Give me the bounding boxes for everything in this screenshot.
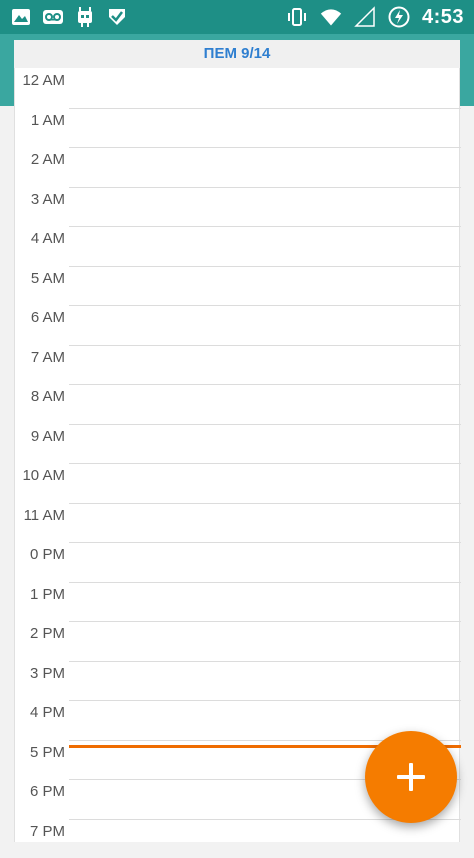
calendar-day-view[interactable]: 12 AM 1 AM 2 AM 3 AM 4 AM 5 AM 6 AM 7 AM 8 AM 9 A… xyxy=(14,68,460,842)
hour-divider xyxy=(69,582,461,583)
hour-row[interactable]: 5 AM xyxy=(15,266,461,306)
hour-divider xyxy=(69,542,461,543)
voicemail-icon xyxy=(42,6,64,28)
hour-label: 6 PM xyxy=(15,783,65,800)
status-left-icons xyxy=(10,6,128,28)
hour-divider xyxy=(69,384,461,385)
hour-label: 6 AM xyxy=(15,309,65,326)
hour-label: 7 AM xyxy=(15,349,65,366)
android-icon xyxy=(74,6,96,28)
hour-divider xyxy=(69,621,461,622)
clock-time: 4:53 xyxy=(422,6,464,29)
hour-label: 3 AM xyxy=(15,191,65,208)
hour-row[interactable]: 2 AM xyxy=(15,147,461,187)
hour-divider xyxy=(69,345,461,346)
hour-row[interactable]: 0 PM xyxy=(15,542,461,582)
hour-row[interactable]: 8 AM xyxy=(15,384,461,424)
hour-label: 10 AM xyxy=(15,467,65,484)
status-right-icons: 4:53 xyxy=(286,6,464,28)
hour-label: 12 AM xyxy=(15,72,65,89)
hour-row[interactable]: 3 PM xyxy=(15,661,461,701)
hour-row[interactable]: 7 AM xyxy=(15,345,461,385)
vibrate-icon xyxy=(286,6,308,28)
hour-divider xyxy=(69,147,461,148)
hour-row[interactable]: 12 AM xyxy=(15,68,461,108)
hour-divider xyxy=(69,503,461,504)
hour-label: 9 AM xyxy=(15,428,65,445)
hour-divider xyxy=(69,266,461,267)
hour-row[interactable]: 6 AM xyxy=(15,305,461,345)
hour-label: 7 PM xyxy=(15,823,65,840)
hour-row[interactable]: 2 PM xyxy=(15,621,461,661)
hour-label: 5 AM xyxy=(15,270,65,287)
hour-label: 11 AM xyxy=(15,507,65,524)
hour-label: 2 AM xyxy=(15,151,65,168)
image-icon xyxy=(10,6,32,28)
hour-divider xyxy=(69,661,461,662)
status-bar: 4:53 xyxy=(0,0,474,34)
hour-divider xyxy=(69,463,461,464)
check-badge-icon xyxy=(106,6,128,28)
hour-row[interactable]: 1 AM xyxy=(15,108,461,148)
hour-row[interactable]: 11 AM xyxy=(15,503,461,543)
hour-label: 1 PM xyxy=(15,586,65,603)
plus-icon xyxy=(397,763,425,791)
battery-charging-icon xyxy=(388,6,410,28)
hour-divider xyxy=(69,226,461,227)
hour-divider xyxy=(69,108,461,109)
hour-divider xyxy=(69,187,461,188)
hour-label: 1 AM xyxy=(15,112,65,129)
hour-label: 3 PM xyxy=(15,665,65,682)
hour-label: 8 AM xyxy=(15,388,65,405)
hour-divider xyxy=(69,305,461,306)
wifi-icon xyxy=(320,6,342,28)
hour-row[interactable]: 10 AM xyxy=(15,463,461,503)
hour-label: 4 PM xyxy=(15,704,65,721)
hour-row[interactable]: 7 PM xyxy=(15,819,461,858)
hour-row[interactable]: 4 AM xyxy=(15,226,461,266)
signal-icon xyxy=(354,6,376,28)
hour-label: 4 AM xyxy=(15,230,65,247)
hour-row[interactable]: 3 AM xyxy=(15,187,461,227)
hour-label: 0 PM xyxy=(15,546,65,563)
hour-divider xyxy=(69,424,461,425)
hour-row[interactable]: 9 AM xyxy=(15,424,461,464)
add-event-button[interactable] xyxy=(365,731,457,823)
hour-row[interactable]: 1 PM xyxy=(15,582,461,622)
hour-label: 5 PM xyxy=(15,744,65,761)
hour-label: 2 PM xyxy=(15,625,65,642)
day-header[interactable]: ПЕМ 9/14 xyxy=(14,40,460,69)
hour-divider xyxy=(69,700,461,701)
